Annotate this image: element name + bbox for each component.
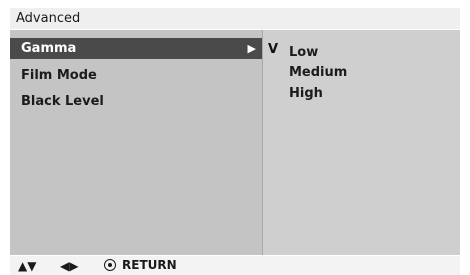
option-high[interactable]: High: [289, 84, 323, 104]
return-hint-label: RETURN: [122, 258, 177, 272]
ok-button-icon: [104, 259, 116, 271]
menu-item-label: Black Level: [21, 94, 104, 109]
left-right-arrows-icon: ◀▶: [60, 259, 79, 273]
menu-item-film-mode[interactable]: Film Mode: [10, 65, 262, 86]
option-low[interactable]: Low: [289, 43, 318, 63]
up-down-arrows-icon: ▲▼: [18, 259, 37, 273]
submenu-arrow-icon: ▶: [247, 42, 256, 55]
pane-divider: [262, 30, 263, 255]
menu-list-pane: [10, 30, 262, 255]
check-mark-icon: V: [268, 42, 279, 57]
menu-item-black-level[interactable]: Black Level: [10, 91, 262, 112]
option-medium[interactable]: Medium: [289, 63, 347, 83]
menu-item-gamma[interactable]: Gamma ▶: [10, 38, 262, 59]
menu-item-label: Film Mode: [21, 68, 97, 83]
advanced-menu-osd: Advanced Gamma ▶ Film Mode Black Level V…: [0, 0, 470, 275]
menu-title: Advanced: [10, 8, 460, 29]
menu-item-label: Gamma: [21, 41, 77, 56]
navigation-hint-bar: ▲▼ ◀▶ RETURN: [10, 256, 460, 275]
